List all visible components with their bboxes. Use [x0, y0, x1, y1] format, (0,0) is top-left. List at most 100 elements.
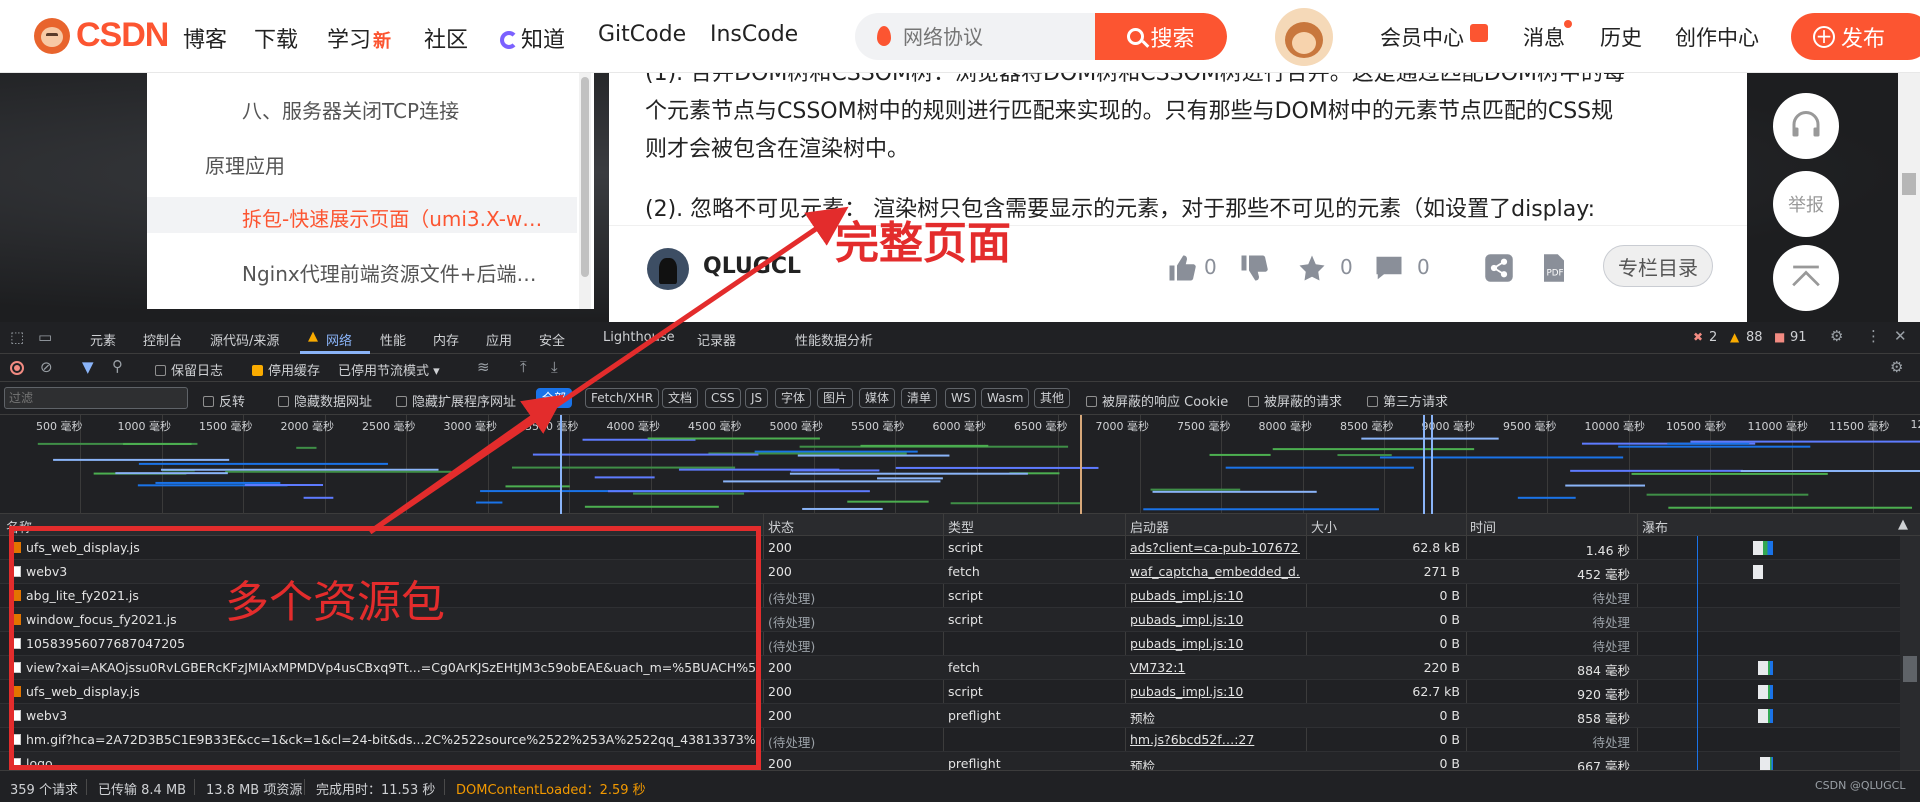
type-filter-css[interactable]: CSS [705, 388, 741, 408]
type-filter-fetch-xhr[interactable]: Fetch/XHR [585, 388, 660, 408]
sort-up-icon[interactable]: ▲ [1898, 517, 1908, 532]
tab-security[interactable]: 安全 [539, 330, 565, 349]
tab-sources[interactable]: 源代码/来源 [210, 330, 279, 349]
checkbox[interactable] [155, 365, 166, 376]
type-filter-img[interactable]: 图片 [817, 388, 854, 408]
csdn-logo[interactable]: CSDN [34, 16, 169, 55]
nav-zhidao[interactable]: 知道 [500, 22, 565, 54]
table-scrollbar[interactable] [1900, 536, 1920, 770]
filter-funnel-icon[interactable]: ▼ [82, 358, 94, 376]
tab-performance[interactable]: 性能 [380, 330, 406, 349]
toc-scrollbar[interactable] [579, 73, 591, 309]
col-time[interactable]: 时间 [1470, 517, 1496, 536]
checkbox[interactable] [203, 396, 214, 407]
tab-memory[interactable]: 内存 [433, 330, 459, 349]
customer-service-button[interactable] [1773, 93, 1839, 159]
throttling-select[interactable]: 已停用节流模式 ▾ [338, 360, 440, 379]
checkbox-checked[interactable] [252, 365, 263, 376]
toc-scroll-thumb[interactable] [581, 77, 589, 277]
tab-elements[interactable]: 元素 [90, 330, 116, 349]
type-filter-ws[interactable]: WS [945, 388, 977, 408]
disable-cache-checkbox[interactable]: 停用缓存 [252, 360, 320, 379]
cell-initiator[interactable]: 预检 [1130, 708, 1300, 727]
network-settings-icon[interactable]: ⚙ [1890, 358, 1903, 376]
type-filter-font[interactable]: 字体 [775, 388, 812, 408]
pdf-icon[interactable]: PDF [1539, 253, 1569, 283]
device-toolbar-icon[interactable]: ▭ [38, 328, 52, 346]
cell-initiator[interactable]: pubads_impl.js:10 [1130, 684, 1300, 699]
toc-item-active[interactable]: 拆包-快速展示页面（umi3.X-w… [242, 203, 542, 232]
network-conditions-icon[interactable]: ≋ [477, 358, 490, 376]
cell-initiator[interactable]: pubads_impl.js:10 [1130, 636, 1300, 651]
record-icon[interactable] [10, 361, 24, 375]
col-type[interactable]: 类型 [948, 517, 974, 536]
cell-initiator[interactable]: ads?client=ca-pub-107672… [1130, 540, 1300, 555]
preserve-log-checkbox[interactable]: 保留日志 [155, 360, 223, 379]
column-directory-button[interactable]: 专栏目录 [1603, 245, 1713, 287]
search-network-icon[interactable]: ⚲ [112, 357, 123, 375]
author-name[interactable]: QLUGCL [703, 254, 801, 279]
toc-item[interactable]: 原理应用 [205, 150, 285, 179]
export-har-icon[interactable]: ⤓ [551, 358, 558, 376]
cell-initiator[interactable]: 预检 [1130, 756, 1300, 770]
tab-lighthouse[interactable]: Lighthouse [603, 330, 675, 345]
hide-extension-urls-checkbox[interactable]: 隐藏扩展程序网址 [396, 391, 516, 410]
col-initiator[interactable]: 启动器 [1130, 517, 1169, 536]
checkbox[interactable] [278, 396, 289, 407]
hide-data-urls-checkbox[interactable]: 隐藏数据网址 [278, 391, 372, 410]
search-button[interactable]: 搜索 [1095, 13, 1227, 60]
publish-button[interactable]: + 发布 [1791, 13, 1920, 60]
nav-history[interactable]: 历史 [1600, 22, 1642, 52]
type-filter-doc[interactable]: 文档 [662, 388, 699, 408]
col-waterfall[interactable]: 瀑布 [1642, 517, 1668, 536]
import-har-icon[interactable]: ⤒ [520, 358, 527, 376]
checkbox[interactable] [1086, 396, 1097, 407]
share-icon[interactable] [1484, 253, 1514, 283]
third-party-checkbox[interactable]: 第三方请求 [1367, 391, 1448, 410]
type-filter-media[interactable]: 媒体 [859, 388, 896, 408]
report-button[interactable]: 举报 [1773, 171, 1839, 237]
nav-inscode[interactable]: InsCode [710, 22, 798, 47]
error-count[interactable]: 2 [1709, 330, 1717, 345]
inspect-element-icon[interactable]: ⬚ [10, 328, 24, 346]
checkbox[interactable] [1367, 396, 1378, 407]
nav-community[interactable]: 社区 [424, 22, 468, 54]
col-status[interactable]: 状态 [768, 517, 794, 536]
type-filter-js[interactable]: JS [745, 388, 769, 408]
type-filter-other[interactable]: 其他 [1034, 388, 1071, 408]
cell-initiator[interactable]: waf_captcha_embedded_d… [1130, 564, 1300, 579]
settings-gear-icon[interactable]: ⚙ [1830, 327, 1843, 345]
nav-creator-center[interactable]: 创作中心 [1675, 22, 1759, 52]
issues-count[interactable]: 91 [1790, 330, 1807, 345]
type-filter-all[interactable]: 全部 [536, 388, 573, 408]
type-filter-wasm[interactable]: Wasm [981, 388, 1030, 408]
user-avatar[interactable] [1275, 8, 1333, 66]
thumbs-up-icon[interactable] [1167, 253, 1197, 283]
blocked-requests-checkbox[interactable]: 被屏蔽的请求 [1248, 391, 1342, 410]
back-to-top-button[interactable] [1773, 245, 1839, 311]
type-filter-manifest[interactable]: 清单 [901, 388, 938, 408]
nav-vip-center[interactable]: 会员中心 [1380, 22, 1464, 52]
close-devtools-icon[interactable]: ✕ [1894, 327, 1907, 345]
warning-count[interactable]: 88 [1746, 330, 1763, 345]
cell-initiator[interactable]: pubads_impl.js:10 [1130, 588, 1300, 603]
thumbs-down-icon[interactable] [1239, 253, 1269, 283]
nav-learn[interactable]: 学习新 [327, 22, 391, 54]
tab-console[interactable]: 控制台 [143, 330, 182, 349]
nav-download[interactable]: 下载 [254, 22, 298, 54]
filter-input[interactable] [4, 387, 188, 409]
checkbox[interactable] [1248, 396, 1259, 407]
collect-star-icon[interactable] [1297, 253, 1327, 283]
checkbox[interactable] [396, 396, 407, 407]
blocked-cookies-checkbox[interactable]: 被屏蔽的响应 Cookie [1086, 391, 1228, 410]
invert-checkbox[interactable]: 反转 [203, 391, 245, 410]
network-overview-timeline[interactable]: 500 毫秒 1000 毫秒 1500 毫秒 2000 毫秒 2500 毫秒 3000 毫… [0, 415, 1920, 514]
nav-gitcode[interactable]: GitCode [598, 22, 686, 47]
tab-application[interactable]: 应用 [486, 330, 512, 349]
page-scroll-thumb[interactable] [1902, 173, 1916, 195]
more-options-icon[interactable]: ⋮ [1866, 327, 1881, 345]
toc-item[interactable]: 八、服务器关闭TCP连接 [242, 95, 459, 124]
page-scrollbar[interactable] [1898, 73, 1920, 322]
table-scroll-thumb[interactable] [1903, 656, 1917, 682]
cell-initiator[interactable]: VM732:1 [1130, 660, 1300, 675]
